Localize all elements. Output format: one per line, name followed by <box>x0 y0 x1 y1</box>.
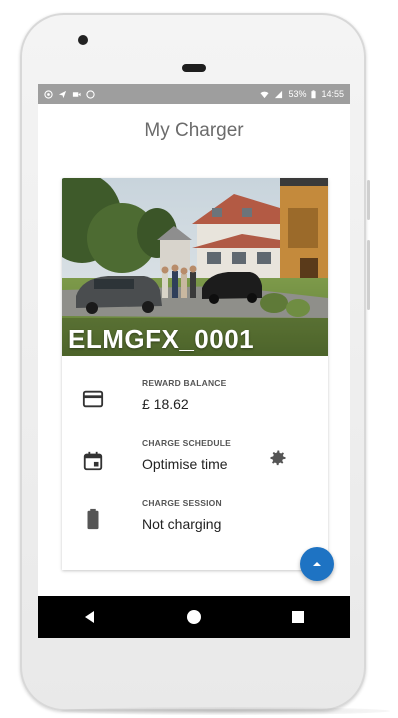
wifi-icon <box>260 91 270 98</box>
charge-session-value: Not charging <box>142 516 222 532</box>
battery-percent: 53% <box>288 89 307 99</box>
charger-id: ELMGFX_0001 <box>68 324 255 354</box>
chevron-up-icon <box>313 562 321 566</box>
expand-fab-button[interactable] <box>300 547 334 581</box>
power-button <box>367 180 370 220</box>
send-icon <box>58 90 67 98</box>
charge-schedule-row: CHARGE SCHEDULE Optimise time <box>62 432 328 488</box>
clock: 14:55 <box>321 89 344 99</box>
battery-icon <box>87 508 99 530</box>
notification-icons <box>44 89 95 99</box>
page-title: My Charger <box>144 120 244 141</box>
signal-icon <box>275 90 283 98</box>
status-bar: 53% 14:55 <box>38 84 350 104</box>
back-button[interactable] <box>78 605 102 629</box>
gear-icon[interactable] <box>268 448 288 468</box>
charge-schedule-label: CHARGE SCHEDULE <box>142 438 231 448</box>
front-camera <box>78 35 88 45</box>
reward-balance-row: REWARD BALANCE £ 18.62 <box>62 372 328 428</box>
circle-icon <box>86 89 95 99</box>
system-status: 53% 14:55 <box>260 89 344 99</box>
charge-schedule-value: Optimise time <box>142 456 228 472</box>
home-button[interactable] <box>182 605 206 629</box>
phone-screen: 53% 14:55 My Charger ELMGFX_0001 REWARD … <box>38 84 350 638</box>
back-icon <box>85 611 94 623</box>
reward-balance-value: £ 18.62 <box>142 396 189 412</box>
calendar-icon <box>83 451 103 471</box>
whatsapp-icon <box>44 89 53 99</box>
phone-shadow <box>60 707 390 715</box>
battery-status-icon <box>311 89 317 98</box>
recents-button[interactable] <box>286 605 310 629</box>
reward-balance-label: REWARD BALANCE <box>142 378 227 388</box>
home-icon <box>187 610 201 624</box>
navigation-bar <box>38 596 350 638</box>
credit-card-icon <box>82 390 104 408</box>
earpiece-speaker <box>182 64 206 72</box>
recents-icon <box>292 611 304 623</box>
video-icon <box>72 91 81 97</box>
charge-session-label: CHARGE SESSION <box>142 498 222 508</box>
volume-button <box>367 240 370 310</box>
charger-card: ELMGFX_0001 REWARD BALANCE £ 18.62 CHARG… <box>62 178 328 570</box>
charge-session-row: CHARGE SESSION Not charging <box>62 492 328 548</box>
